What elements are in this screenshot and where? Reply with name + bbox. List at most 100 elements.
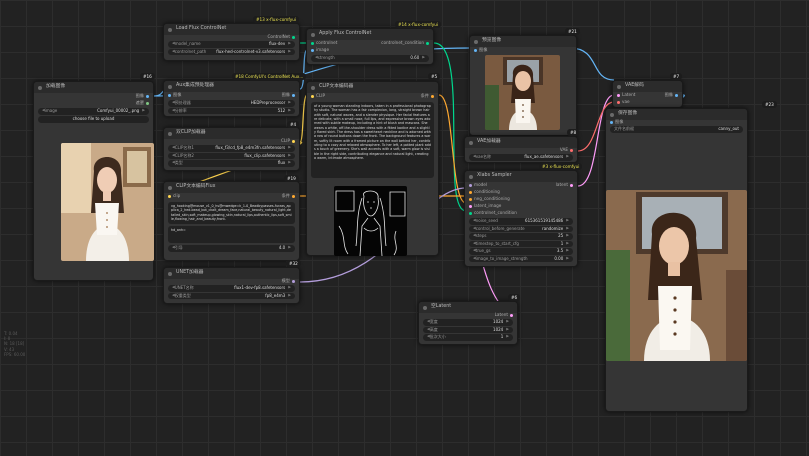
node-title[interactable]: Load Flux ControlNet bbox=[164, 24, 299, 35]
preprocessor-widget[interactable]: ◀ 预处理器 HEDPreprocessor ▶ bbox=[168, 100, 295, 107]
input-clip-pin[interactable] bbox=[168, 194, 171, 198]
clip-l-textarea[interactable]: vg_hooking@mouse_v1_0_hs@mwedge=k_1-0_Be… bbox=[168, 202, 295, 224]
chevron-right-icon[interactable]: ▶ bbox=[566, 234, 569, 238]
collapse-dot-icon[interactable] bbox=[474, 39, 478, 44]
unet-loader-node[interactable]: UNET加载器 模型 ◀ UNET名称 flux1-dev-fp8.safetens… bbox=[163, 267, 300, 304]
input-clip-pin[interactable] bbox=[311, 94, 314, 98]
node-title[interactable]: 空Latent bbox=[419, 302, 517, 313]
chevron-right-icon[interactable]: ▶ bbox=[288, 101, 291, 105]
chevron-right-icon[interactable]: ▶ bbox=[288, 286, 291, 290]
vae-loader-node[interactable]: VAE加载器 VAE ◀ vae名称 flux_ae.safetensors ▶ bbox=[464, 136, 578, 163]
control-before-generate-widget[interactable]: ◀ control_before_generate randomize ▶ bbox=[469, 225, 573, 232]
output-image-pin[interactable] bbox=[146, 94, 149, 98]
vae-name-widget[interactable]: ◀ vae名称 flux_ae.safetensors ▶ bbox=[469, 154, 573, 161]
preview-image-node[interactable]: 预览图像 图像 bbox=[469, 35, 577, 136]
image-to-image-strength-widget[interactable]: ◀ image_to_image_strength 0.00 ▶ bbox=[469, 255, 573, 262]
node-title[interactable]: VAE解码 bbox=[613, 81, 682, 92]
upload-button[interactable]: choose file to upload bbox=[38, 115, 149, 123]
guidance-widget[interactable]: ◀ 引导 4.0 ▶ bbox=[168, 245, 295, 252]
empty-latent-node[interactable]: 空Latent Latent ◀ 宽度 1024 ▶ ◀ 高度 1024 ▶ ◀ 批次大小 1 ▶ bbox=[418, 301, 518, 345]
input-image-pin[interactable] bbox=[168, 93, 171, 97]
width-widget[interactable]: ◀ 宽度 1024 ▶ bbox=[423, 319, 513, 326]
unet-name-widget[interactable]: ◀ UNET名称 flux1-dev-fp8.safetensors ▶ bbox=[168, 285, 295, 292]
input-model-pin[interactable] bbox=[469, 183, 472, 187]
model-name-widget[interactable]: ◀ model_name flux-dev ▶ bbox=[168, 41, 295, 48]
collapse-dot-icon[interactable] bbox=[168, 84, 172, 89]
collapse-dot-icon[interactable] bbox=[168, 131, 172, 136]
timestep-to-start-cfg-widget[interactable]: ◀ timestep_to_start_cfg 1 ▶ bbox=[469, 240, 573, 247]
node-title[interactable]: 保存图像 bbox=[606, 109, 747, 120]
collapse-dot-icon[interactable] bbox=[469, 174, 473, 179]
steps-widget[interactable]: ◀ steps 25 ▶ bbox=[469, 233, 573, 240]
chevron-right-icon[interactable]: ▶ bbox=[142, 109, 145, 113]
collapse-dot-icon[interactable] bbox=[168, 27, 172, 32]
collapse-dot-icon[interactable] bbox=[469, 140, 473, 145]
chevron-right-icon[interactable]: ▶ bbox=[566, 241, 569, 246]
collapse-dot-icon[interactable] bbox=[168, 185, 172, 190]
output-vae-pin[interactable] bbox=[570, 148, 573, 152]
chevron-right-icon[interactable]: ▶ bbox=[288, 108, 291, 113]
controlnet-path-widget[interactable]: ◀ controlnet_path flux-hed-controlnet-v3.s… bbox=[168, 48, 295, 55]
collapse-dot-icon[interactable] bbox=[423, 305, 427, 310]
height-widget[interactable]: ◀ 高度 1024 ▶ bbox=[423, 326, 513, 333]
true-gs-widget[interactable]: ◀ true_gs 3.5 ▶ bbox=[469, 248, 573, 255]
collapse-dot-icon[interactable] bbox=[38, 85, 42, 90]
clip-name1-widget[interactable]: ◀ CLIP名称1 flux_f3/cd_fp8_e4m3fn.safetensor… bbox=[168, 145, 295, 152]
chevron-right-icon[interactable]: ▶ bbox=[288, 293, 291, 298]
weight-dtype-widget[interactable]: ◀ 权重类型 fp8_e4m3 ▶ bbox=[168, 292, 295, 299]
clip-type-widget[interactable]: ◀ 类型 flux ▶ bbox=[168, 160, 295, 167]
input-vae-pin[interactable] bbox=[617, 100, 620, 104]
dual-clip-loader-node[interactable]: 双CLIP加载器 CLIP ◀ CLIP名称1 flux_f3/cd_fp8_e4m… bbox=[163, 127, 300, 171]
input-image-pin[interactable] bbox=[311, 48, 314, 52]
output-controlnet-pin[interactable] bbox=[292, 35, 295, 39]
node-title[interactable]: Apply Flux ControlNet bbox=[307, 29, 433, 40]
output-mask-pin[interactable] bbox=[146, 101, 149, 105]
chevron-right-icon[interactable]: ▶ bbox=[422, 56, 425, 60]
collapse-dot-icon[interactable] bbox=[311, 32, 315, 37]
node-title[interactable]: CLIP文本编码Flux bbox=[164, 182, 299, 193]
collapse-dot-icon[interactable] bbox=[311, 85, 315, 90]
input-image-pin[interactable] bbox=[474, 48, 477, 52]
chevron-right-icon[interactable]: ▶ bbox=[288, 49, 291, 54]
input-neg-conditioning-pin[interactable] bbox=[469, 197, 472, 201]
aux-preprocessor-node[interactable]: Aux集成预处理器 图像 图像 ◀ 预处理器 HEDPreprocessor ▶ ◀ 分辨… bbox=[163, 80, 300, 117]
chevron-right-icon[interactable]: ▶ bbox=[288, 161, 291, 165]
chevron-right-icon[interactable]: ▶ bbox=[566, 219, 569, 223]
t5xxl-textarea[interactable]: hd_anh= bbox=[168, 226, 295, 243]
input-conditioning-pin[interactable] bbox=[469, 190, 472, 194]
clip-text-encode-flux-node[interactable]: CLIP文本编码Flux clip 条件 vg_hooking@mouse_v1_… bbox=[163, 181, 300, 261]
output-image-pin[interactable] bbox=[292, 93, 295, 97]
load-image-node[interactable]: 加载图像 图像 遮罩 ◀ image Comfyui_00002_.png ▶ cho… bbox=[33, 81, 154, 281]
output-controlnet-condition-pin[interactable] bbox=[426, 41, 429, 45]
save-image-node[interactable]: 保存图像 图像 文件名前缀 canny_out bbox=[605, 108, 748, 412]
apply-flux-controlnet-node[interactable]: Apply Flux ControlNet controlnet controln… bbox=[306, 28, 434, 65]
resolution-widget[interactable]: ◀ 分辨率 512 ▶ bbox=[168, 107, 295, 114]
output-conditioning-pin[interactable] bbox=[292, 194, 295, 198]
noise-seed-widget[interactable]: ◀ noise_seed 615361519145486 ▶ bbox=[469, 218, 573, 225]
vae-decode-node[interactable]: VAE解码 Latent 图像 vae bbox=[612, 80, 683, 108]
node-title[interactable]: 双CLIP加载器 bbox=[164, 128, 299, 139]
xlabs-sampler-node[interactable]: Xlabs Sampler model latent conditioning n… bbox=[464, 170, 578, 267]
chevron-right-icon[interactable]: ▶ bbox=[566, 226, 569, 231]
filename-prefix-widget[interactable]: 文件名前缀 canny_out bbox=[610, 126, 743, 133]
output-conditioning-pin[interactable] bbox=[431, 94, 434, 98]
output-model-pin[interactable] bbox=[292, 279, 295, 283]
collapse-dot-icon[interactable] bbox=[617, 84, 621, 89]
chevron-right-icon[interactable]: ▶ bbox=[506, 335, 509, 339]
clip-text-encode-node[interactable]: CLIP文本编码器 CLIP 条件 of a young woman standi… bbox=[306, 81, 439, 256]
node-title[interactable]: 加载图像 bbox=[34, 82, 153, 93]
node-title[interactable]: 预览图像 bbox=[470, 36, 576, 47]
input-controlnet-condition-pin[interactable] bbox=[469, 211, 472, 215]
node-title[interactable]: Aux集成预处理器 bbox=[164, 81, 299, 92]
chevron-right-icon[interactable]: ▶ bbox=[566, 249, 569, 253]
chevron-right-icon[interactable]: ▶ bbox=[566, 155, 569, 159]
chevron-right-icon[interactable]: ▶ bbox=[288, 246, 291, 250]
batch-size-widget[interactable]: ◀ 批次大小 1 ▶ bbox=[423, 334, 513, 341]
prompt-textarea[interactable]: of a young woman standing indoors, taken… bbox=[311, 102, 434, 178]
chevron-right-icon[interactable]: ▶ bbox=[506, 320, 509, 324]
collapse-dot-icon[interactable] bbox=[610, 112, 614, 117]
output-latent-pin[interactable] bbox=[510, 313, 513, 317]
clip-name2-widget[interactable]: ◀ CLIP名称2 flux_clip.safetensors ▶ bbox=[168, 152, 295, 159]
output-clip-pin[interactable] bbox=[292, 139, 295, 143]
output-latent-pin[interactable] bbox=[570, 183, 573, 187]
